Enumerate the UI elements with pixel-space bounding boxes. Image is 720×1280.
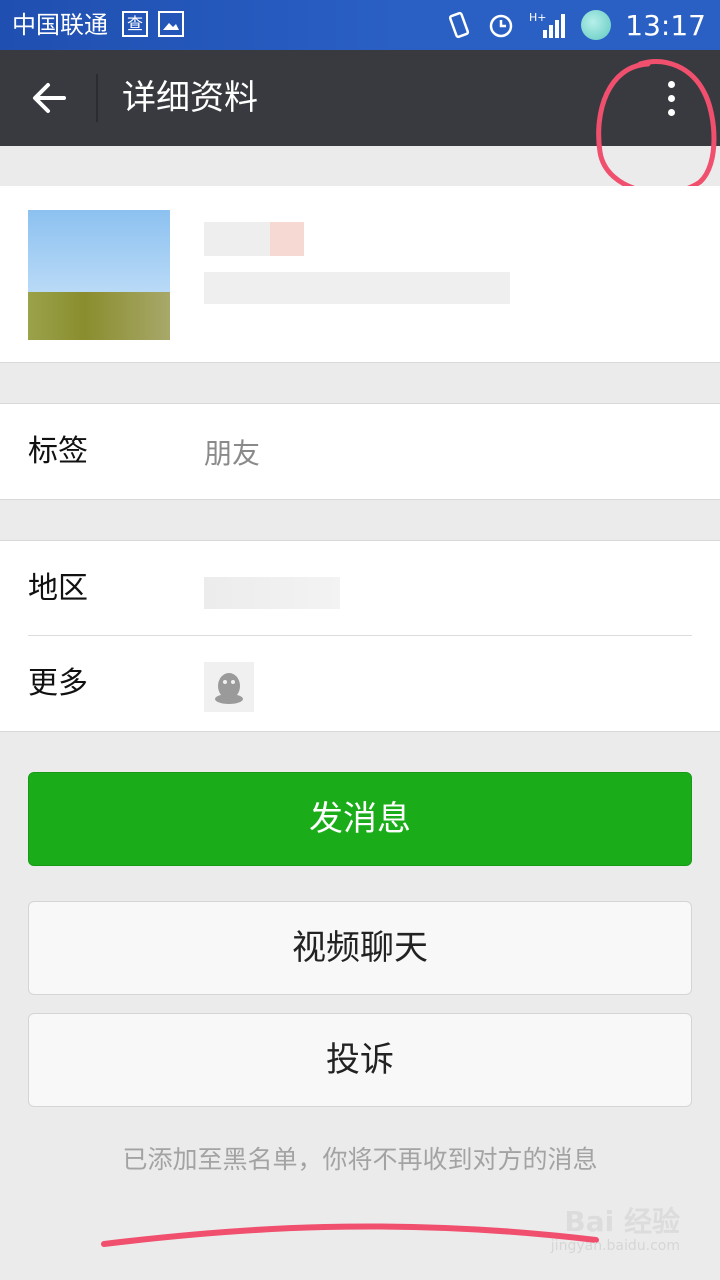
blurred-account-id	[204, 272, 510, 304]
video-call-button[interactable]: 视频聊天	[28, 901, 692, 995]
more-row[interactable]: 更多	[0, 636, 720, 731]
status-indicators: H+ 13:17	[445, 0, 706, 50]
carrier-name: 中国联通	[12, 11, 108, 39]
blurred-region-value	[204, 577, 340, 609]
watermark-url: jingyan.baidu.com	[550, 1238, 680, 1254]
tag-value: 朋友	[204, 437, 261, 470]
watermark-logo: Bai 经验	[564, 1205, 680, 1238]
clock: 13:17	[625, 8, 706, 42]
blacklist-notice: 已添加至黑名单，你将不再收到对方的消息	[122, 1145, 598, 1174]
annotation-underline	[101, 1223, 599, 1247]
report-button[interactable]: 投诉	[28, 1013, 692, 1107]
tag-label: 标签	[28, 434, 88, 469]
tag-row[interactable]: 标签 朋友	[0, 404, 720, 499]
info-section: 地区 更多	[0, 540, 720, 732]
region-row: 地区	[0, 541, 720, 636]
tag-section: 标签 朋友	[0, 403, 720, 500]
page-title: 详细资料	[122, 78, 258, 118]
profile-card[interactable]	[0, 186, 720, 363]
title-divider	[96, 74, 98, 122]
arrow-left-icon	[33, 83, 66, 113]
app-notification-icon: 查	[122, 11, 148, 37]
signal-icon: H+	[529, 11, 566, 38]
alarm-icon	[490, 14, 513, 38]
send-message-button[interactable]: 发消息	[28, 772, 692, 866]
more-label: 更多	[28, 666, 88, 701]
avatar[interactable]	[28, 210, 170, 340]
vibrate-icon	[449, 11, 470, 39]
status-bar: 中国联通 查 H+ 13:17	[0, 0, 720, 50]
qq-icon	[204, 662, 254, 712]
image-notification-icon	[158, 11, 184, 37]
annotation-circle	[596, 59, 717, 196]
back-button[interactable]	[28, 78, 68, 118]
svg-text:H+: H+	[529, 11, 547, 24]
blurred-name-accent	[270, 222, 304, 256]
region-label: 地区	[28, 571, 88, 606]
status-dot-icon	[581, 10, 612, 40]
